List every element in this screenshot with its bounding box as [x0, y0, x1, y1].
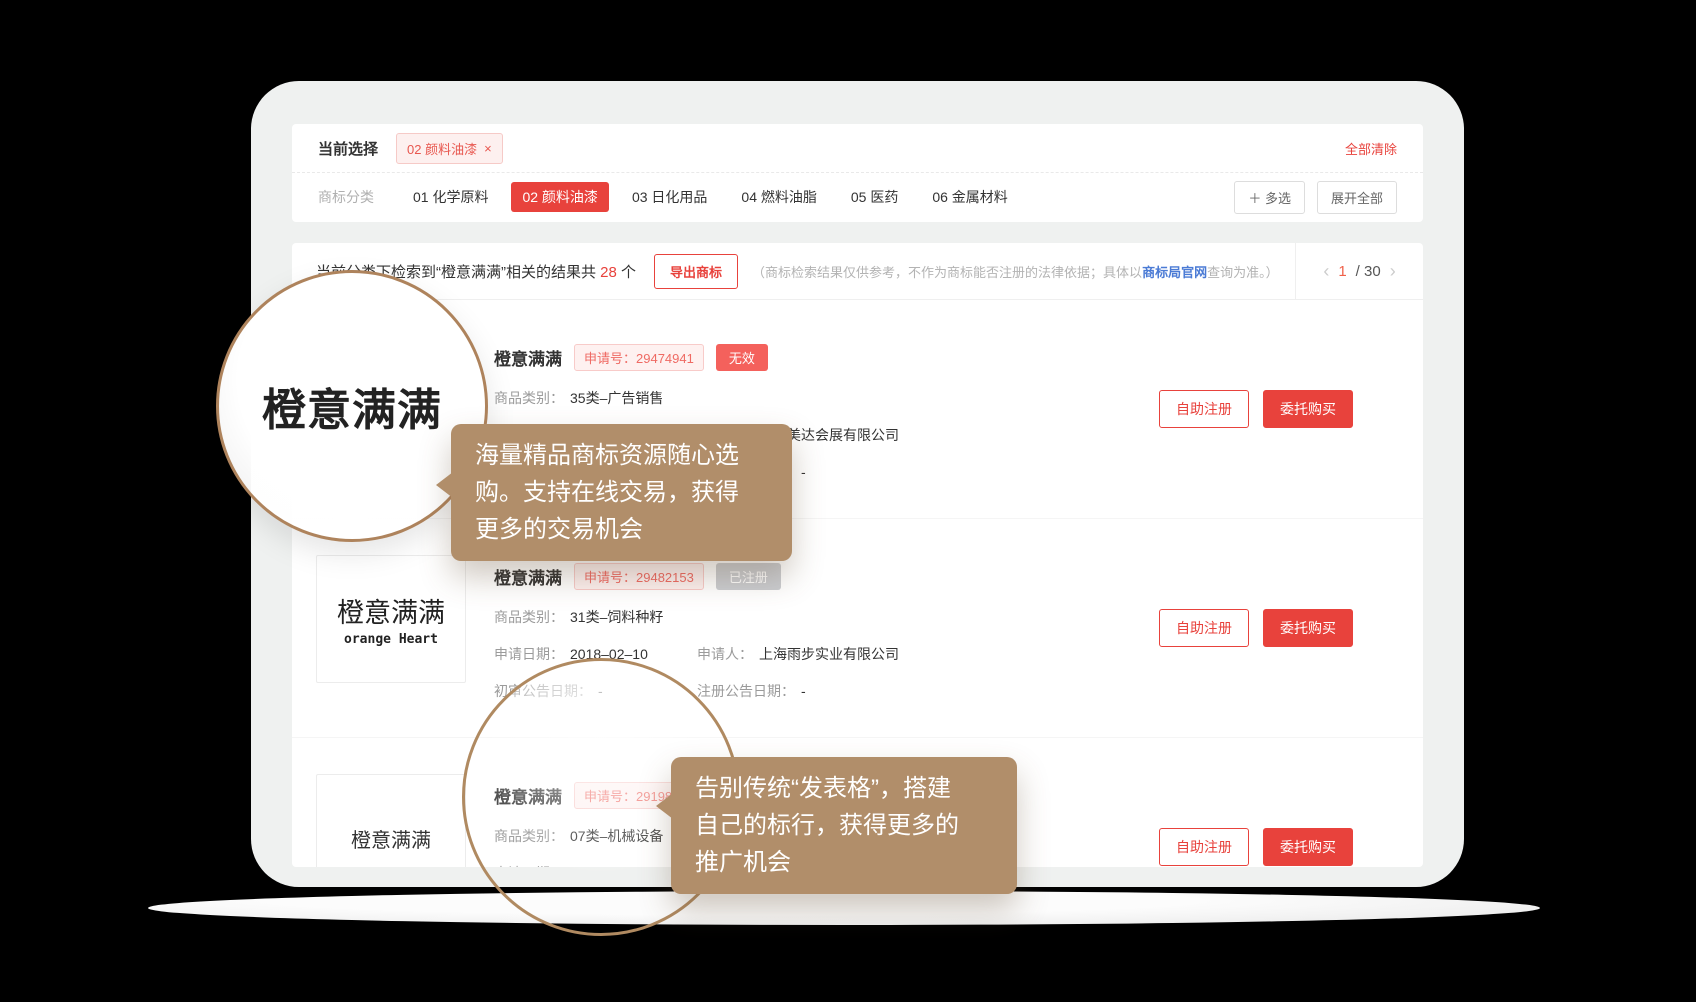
category-tab-02-active[interactable]: 02 颜料油漆: [511, 182, 608, 212]
category-label: 商品类别：: [494, 609, 564, 625]
entrust-buy-button[interactable]: 委托购买: [1263, 609, 1353, 647]
results-summary-suffix: 个: [617, 264, 636, 281]
application-number-label: 申请号：: [584, 351, 636, 366]
category-tab-05[interactable]: 05 医药: [840, 182, 909, 212]
category-row: 商标分类 01 化学原料 02 颜料油漆 03 日化用品 04 燃料油脂 05 …: [292, 173, 1423, 221]
expand-all-button[interactable]: 展开全部: [1317, 181, 1397, 214]
disclaimer-text-end: 查询为准。）: [1207, 265, 1279, 280]
category-tab-06[interactable]: 06 金属材料: [921, 182, 1018, 212]
next-page-icon[interactable]: ›: [1390, 261, 1396, 282]
application-number-tag: 申请号：29474941: [574, 344, 704, 371]
pagination: ‹ 1 / 30 ›: [1295, 243, 1423, 299]
row-actions: 自助注册 委托购买: [1159, 390, 1353, 428]
row-actions: 自助注册 委托购买: [1159, 609, 1353, 647]
category-label: 商品类别：: [494, 390, 564, 406]
category-row-label: 商标分类: [318, 187, 374, 207]
trademark-image-text: 橙意满满: [337, 591, 445, 630]
reg-notice-value: -: [801, 464, 806, 480]
trademark-image-subtext: orange Heart: [344, 632, 438, 647]
results-count: 28: [600, 264, 617, 281]
category-value: 35类–广告销售: [570, 390, 663, 406]
promo-tooltip-marketplace-text: 海量精品商标资源随心选 购。支持在线交易，获得 更多的交易机会: [475, 442, 739, 543]
row-actions: 自助注册 委托购买: [1159, 828, 1353, 866]
current-page: 1: [1338, 263, 1346, 280]
magnified-trademark-text: 橙意满满: [262, 374, 442, 438]
reg-notice-label: 注册公告日期：: [697, 683, 795, 699]
laptop-base-shadow: [148, 891, 1540, 925]
promo-tooltip-promotion: 告别传统“发表格”，搭建 自己的标行，获得更多的 推广机会: [671, 757, 1017, 894]
promo-tooltip-marketplace: 海量精品商标资源随心选 购。支持在线交易，获得 更多的交易机会: [451, 424, 792, 561]
trademark-image: 橙意满满 orange Heart: [316, 555, 466, 683]
selected-category-tag-text: 02 颜料油漆: [407, 139, 477, 158]
status-badge: 无效: [716, 344, 768, 371]
selected-category-tag[interactable]: 02 颜料油漆 ×: [396, 133, 503, 164]
export-trademarks-button[interactable]: 导出商标: [654, 254, 738, 289]
self-register-button[interactable]: 自助注册: [1159, 390, 1249, 428]
trademark-name: 橙意满满: [494, 345, 562, 370]
application-number-label: 申请号：: [584, 570, 636, 585]
tooltip-arrow-icon: [656, 793, 673, 819]
reg-notice-value: -: [801, 683, 806, 699]
trademark-image: 橙意满满: [316, 774, 466, 867]
application-number-value: 29482153: [636, 570, 694, 585]
magnifier-circle: 橙意满满: [216, 270, 488, 542]
category-actions: ＋ 多选 展开全部: [1234, 181, 1397, 214]
results-disclaimer: （商标检索结果仅供参考，不作为商标能否注册的法律依据；具体以商标局官网查询为准。…: [752, 262, 1279, 281]
category-value: 31类–饲料种籽: [570, 609, 663, 625]
results-header: 当前分类下检索到“橙意满满”相关的结果共 28 个 导出商标 （商标检索结果仅供…: [292, 243, 1423, 300]
multi-select-button[interactable]: ＋ 多选: [1234, 181, 1305, 214]
close-icon[interactable]: ×: [484, 142, 492, 155]
application-number-value: 29474941: [636, 351, 694, 366]
entrust-buy-button[interactable]: 委托购买: [1263, 390, 1353, 428]
self-register-button[interactable]: 自助注册: [1159, 828, 1249, 866]
apply-date-label: 申请日期：: [494, 646, 564, 662]
entrust-buy-button[interactable]: 委托购买: [1263, 828, 1353, 866]
filter-card: 当前选择 02 颜料油漆 × 全部清除 商标分类 01 化学原料 02 颜料油漆…: [292, 124, 1423, 222]
trademark-image-text: 橙意满满: [351, 824, 431, 853]
prev-page-icon[interactable]: ‹: [1323, 261, 1329, 282]
category-tab-01[interactable]: 01 化学原料: [402, 182, 499, 212]
trademark-name: 橙意满满: [494, 564, 562, 589]
tooltip-arrow-icon: [436, 472, 453, 498]
applicant-value: 上海雨步实业有限公司: [759, 646, 899, 662]
disclaimer-text: （商标检索结果仅供参考，不作为商标能否注册的法律依据；具体以: [752, 265, 1142, 280]
total-pages: / 30: [1356, 263, 1381, 280]
application-number-tag: 申请号：29482153: [574, 563, 704, 590]
category-tab-04[interactable]: 04 燃料油脂: [730, 182, 827, 212]
trademark-office-link[interactable]: 商标局官网: [1142, 265, 1207, 280]
promo-tooltip-promotion-text: 告别传统“发表格”，搭建 自己的标行，获得更多的 推广机会: [695, 775, 959, 876]
current-selection-label: 当前选择: [318, 138, 378, 159]
category-tab-03[interactable]: 03 日化用品: [621, 182, 718, 212]
self-register-button[interactable]: 自助注册: [1159, 609, 1249, 647]
clear-all-link[interactable]: 全部清除: [1345, 139, 1397, 158]
current-selection-row: 当前选择 02 颜料油漆 × 全部清除: [292, 124, 1423, 173]
applicant-label: 申请人：: [697, 646, 753, 662]
status-badge: 已注册: [716, 563, 781, 590]
